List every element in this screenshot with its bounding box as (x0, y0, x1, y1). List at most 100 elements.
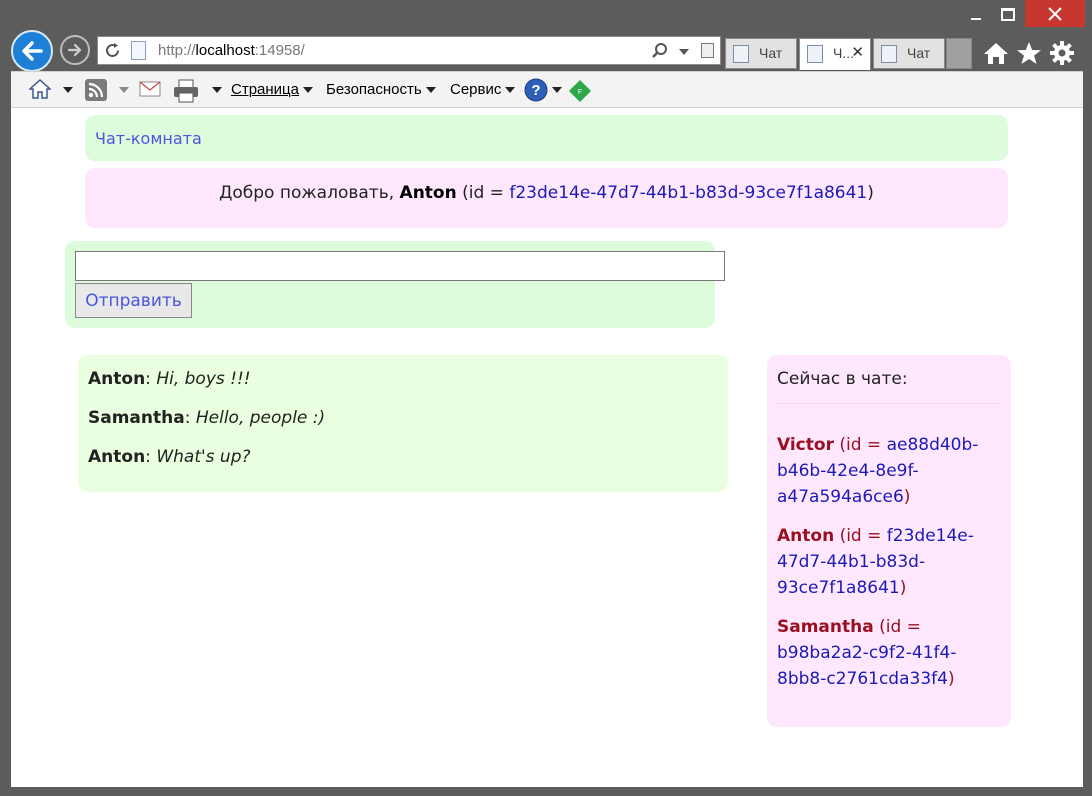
maximize-icon (1001, 7, 1015, 21)
close-window-button[interactable] (1025, 0, 1085, 27)
message-form: Отправить (65, 241, 725, 328)
url-host: localhost (195, 42, 255, 59)
online-user-id-suffix: ) (947, 669, 955, 689)
online-user-id-prefix: (id = (873, 617, 921, 637)
message-item: Samantha: Hello, people :) (88, 408, 718, 431)
svg-text:?: ? (531, 82, 540, 99)
message-author: Samantha (88, 408, 185, 428)
page-header: Чат-комната (85, 115, 1008, 161)
send-button[interactable]: Отправить (75, 283, 192, 318)
tab-page-icon (881, 45, 897, 63)
online-user-name: Victor (777, 435, 834, 455)
help-button[interactable]: ? (524, 78, 562, 102)
gear-icon (1050, 41, 1074, 65)
tab-page-icon (807, 45, 823, 63)
welcome-id-prefix: (id = (456, 183, 510, 203)
address-url[interactable]: http://localhost:14958/ (158, 42, 305, 59)
online-user-item: Victor (id = ae88d40b-b46b-42e4-8e9f-a47… (777, 432, 1001, 510)
page-content: Чат-комната Добро пожаловать, Anton (id … (11, 108, 1083, 787)
panel-divider (777, 403, 1001, 404)
close-icon (1048, 6, 1062, 21)
page-title[interactable]: Чат-комната (95, 129, 202, 148)
help-icon: ? (524, 78, 548, 102)
welcome-id-suffix: ) (867, 183, 874, 203)
page-favicon-icon (131, 41, 146, 60)
address-bar[interactable]: http://localhost:14958/ (97, 36, 721, 65)
message-input[interactable] (75, 251, 725, 281)
security-menu[interactable]: Безопасность (326, 81, 436, 98)
chevron-down-icon (425, 86, 436, 93)
rss-icon (85, 79, 107, 101)
close-tab-icon[interactable]: ✕ (851, 43, 864, 61)
forward-button[interactable] (60, 35, 90, 65)
tab-chat-3[interactable]: Чат ... (873, 38, 945, 77)
online-user-id-prefix: (id = (833, 435, 887, 455)
tab-page-icon (733, 45, 749, 63)
print-button[interactable] (173, 79, 199, 103)
online-user-item: Samantha (id = b98ba2a2-c9f2-41f4-8bb8-c… (777, 614, 1001, 692)
browser-window: http://localhost:14958/ Чат ... Ч... ✕ Ч… (0, 0, 1092, 796)
message-text: Hi, boys !!! (156, 369, 251, 389)
help-dropdown-icon[interactable] (552, 87, 562, 93)
search-dropdown-icon[interactable] (679, 49, 689, 55)
home-icon (984, 43, 1008, 64)
back-button[interactable] (11, 30, 53, 72)
addon-button[interactable]: F (569, 80, 591, 102)
url-port: :14958/ (254, 42, 305, 59)
home-dropdown-icon[interactable] (63, 87, 73, 93)
url-scheme: http:// (158, 42, 196, 59)
message-list: Anton: Hi, boys !!! Samantha: Hello, peo… (78, 355, 728, 492)
addon-diamond-icon: F (569, 80, 591, 102)
command-bar: Страница Безопасность Сервис ? F (11, 71, 1083, 108)
feeds-dropdown-icon[interactable] (119, 87, 129, 93)
online-user-id-prefix: (id = (834, 526, 887, 546)
home-cmd-button[interactable] (29, 78, 51, 100)
online-user-item: Anton (id = f23de14e-47d7-44b1-b83d-93ce… (777, 523, 1001, 601)
minimize-icon (971, 18, 981, 20)
chevron-down-icon (505, 86, 516, 93)
compat-view-icon[interactable] (701, 43, 714, 58)
message-separator: : (145, 369, 157, 389)
message-text: What's up? (156, 447, 251, 467)
online-users-panel: Сейчас в чате: Victor (id = ae88d40b-b46… (767, 355, 1011, 727)
message-item: Anton: Hi, boys !!! (88, 369, 718, 392)
tools-button[interactable] (1047, 38, 1077, 68)
new-tab-button[interactable] (946, 38, 972, 69)
welcome-user-name: Anton (399, 183, 457, 203)
print-dropdown-icon[interactable] (212, 87, 222, 93)
message-item: Anton: What's up? (88, 447, 718, 470)
online-users-title: Сейчас в чате: (777, 369, 908, 389)
welcome-prefix: Добро пожаловать, (219, 183, 400, 203)
welcome-banner: Добро пожаловать, Anton (id = f23de14e-4… (85, 168, 1008, 228)
mail-button[interactable] (139, 80, 161, 98)
back-arrow-icon (22, 41, 43, 61)
security-menu-label: Безопасность (326, 81, 422, 98)
welcome-user-id: f23de14e-47d7-44b1-b83d-93ce7f1a8641 (509, 183, 868, 203)
forward-arrow-icon (67, 43, 82, 57)
message-author: Anton (88, 369, 146, 389)
online-user-id-suffix: ) (903, 487, 911, 507)
home-button[interactable] (981, 38, 1011, 68)
feeds-button[interactable] (85, 79, 107, 101)
favorites-button[interactable] (1014, 38, 1044, 68)
page-menu[interactable]: Страница (231, 81, 313, 98)
refresh-icon[interactable] (104, 42, 121, 59)
page-menu-label: Страница (231, 81, 299, 98)
tab-chat-2[interactable]: Ч... ✕ (799, 38, 871, 70)
svg-text:F: F (578, 89, 582, 96)
message-separator: : (145, 447, 157, 467)
tab-chat-1[interactable]: Чат ... (725, 38, 797, 77)
online-user-name: Samantha (777, 617, 874, 637)
printer-icon (174, 79, 198, 103)
online-user-name: Anton (777, 526, 835, 546)
message-separator: : (184, 408, 196, 428)
maximize-button[interactable] (994, 0, 1022, 28)
chevron-down-icon (302, 86, 313, 93)
message-author: Anton (88, 447, 146, 467)
online-user-id-suffix: ) (899, 578, 907, 598)
service-menu-label: Сервис (450, 81, 502, 98)
mail-icon (139, 81, 161, 97)
minimize-button[interactable] (962, 0, 990, 28)
service-menu[interactable]: Сервис (450, 81, 516, 98)
search-icon[interactable] (651, 42, 669, 60)
